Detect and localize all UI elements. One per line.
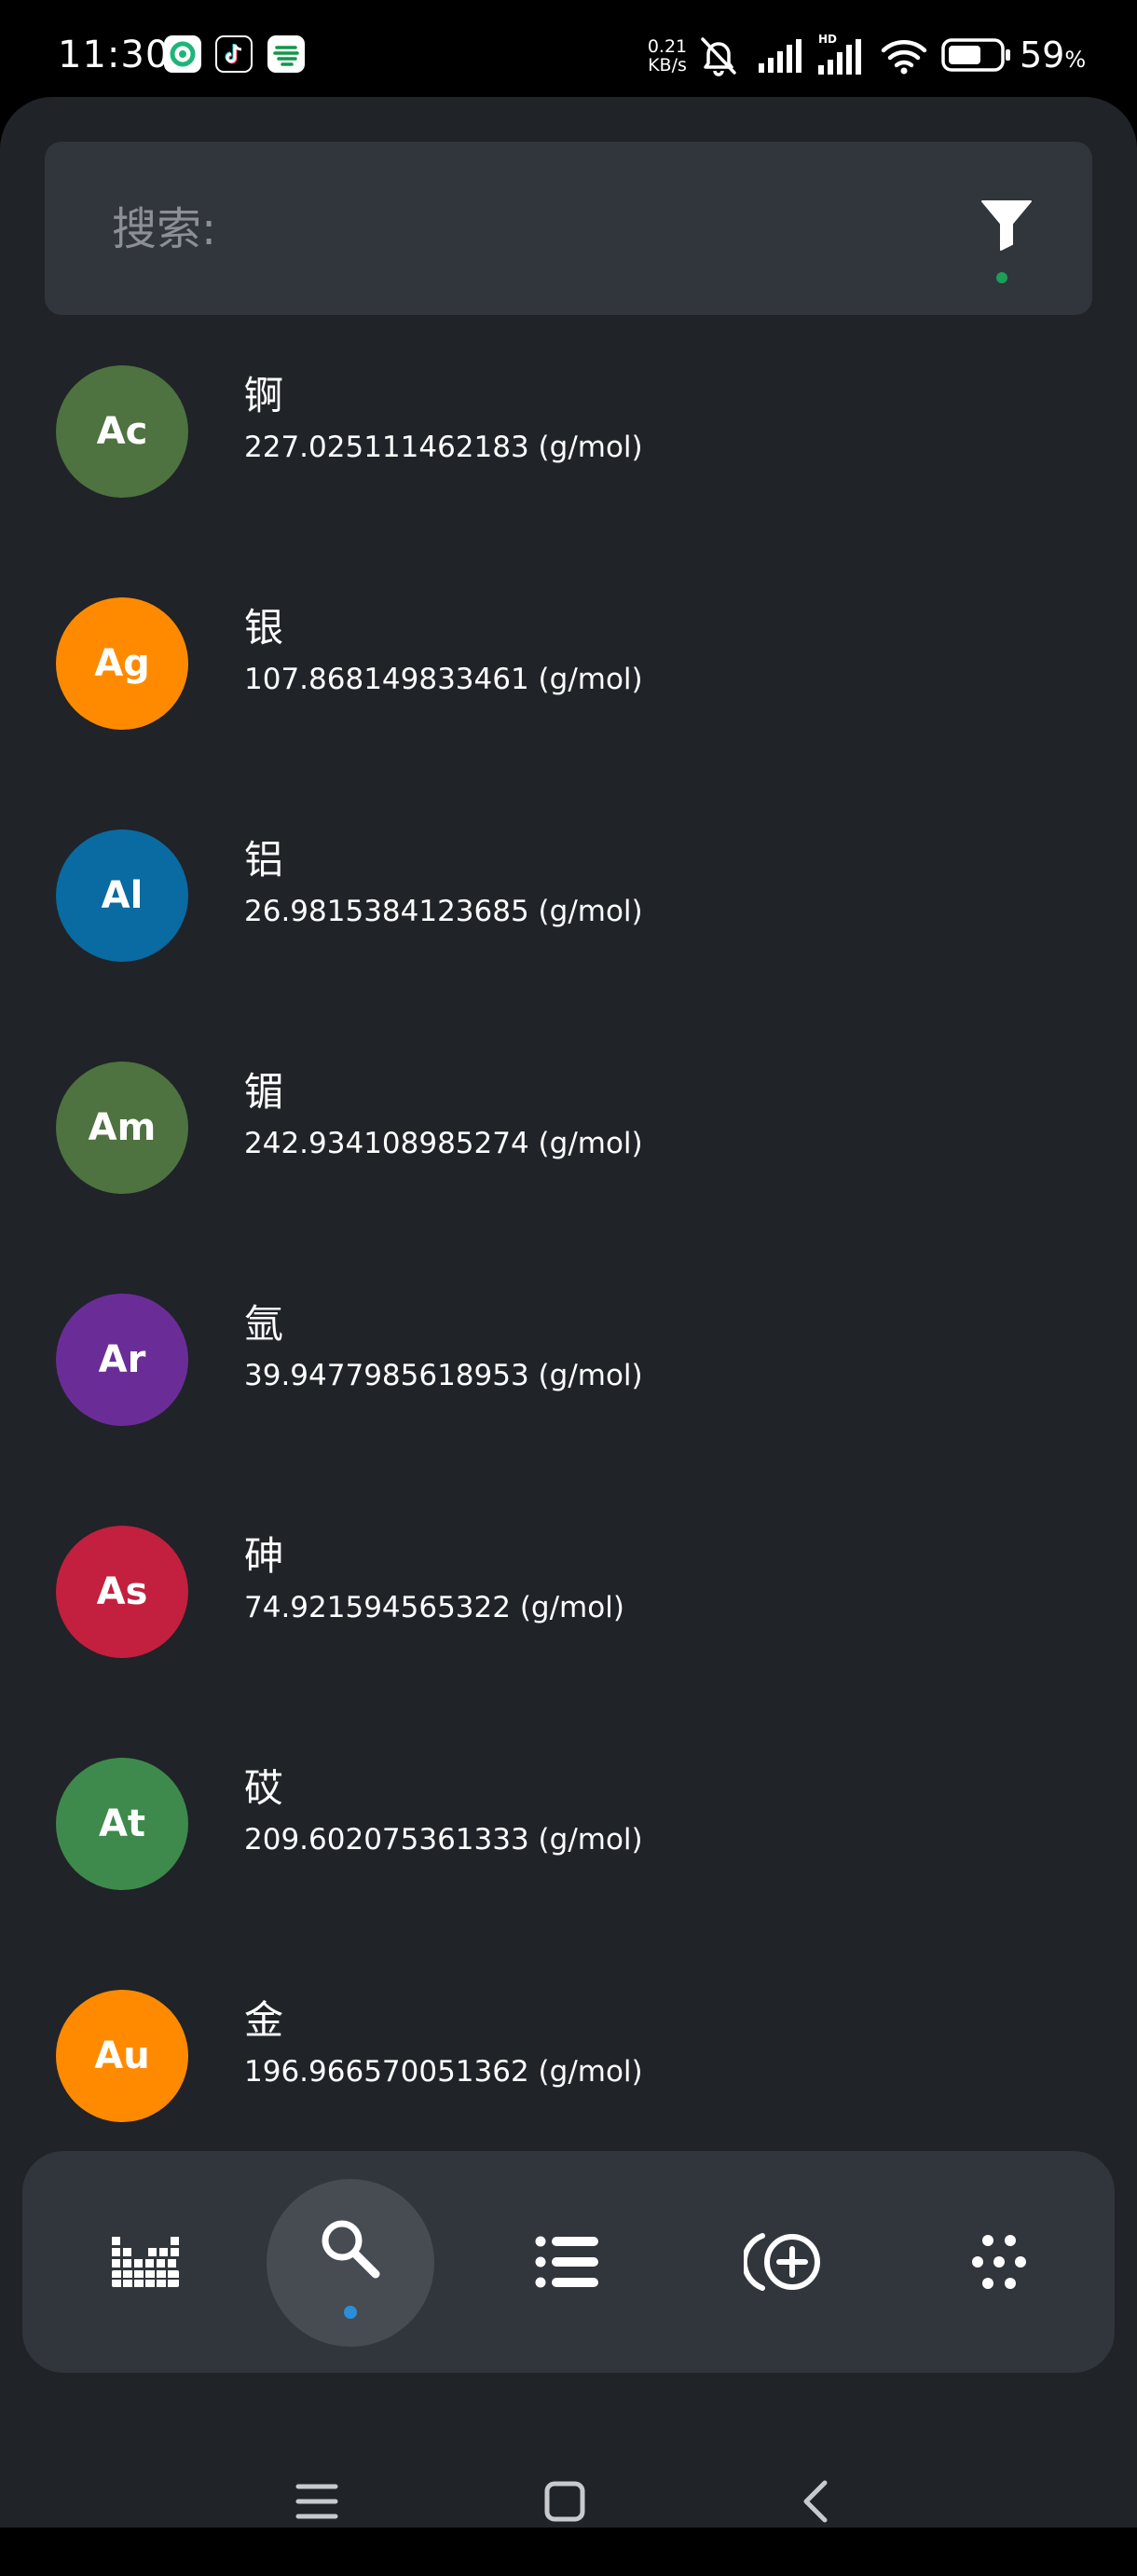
wifi-icon <box>881 40 927 75</box>
element-molar-mass: 209.602075361333 (g/mol) <box>244 1823 643 1857</box>
status-time: 11:30 <box>58 34 171 76</box>
system-back-button[interactable] <box>759 2446 870 2557</box>
element-symbol-badge: Au <box>56 1990 188 2122</box>
nav-selected-dot <box>344 2306 357 2319</box>
element-molar-mass: 107.868149833461 (g/mol) <box>244 663 643 696</box>
element-molar-mass: 227.025111462183 (g/mol) <box>244 431 643 464</box>
nav-add-molecule-button[interactable] <box>701 2151 869 2373</box>
element-symbol-badge: Ag <box>56 597 188 730</box>
search-icon <box>322 2220 380 2279</box>
element-row-al[interactable]: Al 铝 26.9815384123685 (g/mol) <box>0 802 1137 1034</box>
element-symbol-badge: As <box>56 1526 188 1658</box>
element-symbol-badge: Ar <box>56 1294 188 1426</box>
app-screen: 搜索: Ac 锕 227.025111462183 (g/mol) Ag 银 107.86… <box>0 97 1137 2528</box>
element-symbol-badge: Al <box>56 829 188 962</box>
element-molar-mass: 26.9815384123685 (g/mol) <box>244 895 643 928</box>
element-symbol-badge: At <box>56 1758 188 1890</box>
element-molar-mass: 39.9477985618953 (g/mol) <box>244 1359 643 1392</box>
element-name: 银 <box>244 605 284 651</box>
element-row-ar[interactable]: Ar 氩 39.9477985618953 (g/mol) <box>0 1266 1137 1498</box>
nav-list-button[interactable] <box>483 2151 651 2373</box>
system-nav-bar <box>0 2446 1137 2576</box>
element-row-at[interactable]: At 砹 209.602075361333 (g/mol) <box>0 1730 1137 1962</box>
notification-app-icon-1 <box>164 35 201 73</box>
element-row-ac[interactable]: Ac 锕 227.025111462183 (g/mol) <box>0 337 1137 569</box>
bottom-nav <box>22 2151 1115 2373</box>
home-icon <box>544 2481 585 2522</box>
element-symbol-badge: Am <box>56 1062 188 1194</box>
dots-grid-icon <box>972 2235 1026 2289</box>
element-molar-mass: 242.934108985274 (g/mol) <box>244 1127 643 1160</box>
tiktok-icon <box>215 35 253 73</box>
system-menu-button[interactable] <box>261 2446 373 2557</box>
filter-icon[interactable] <box>979 196 1034 252</box>
element-name: 铝 <box>244 837 284 883</box>
element-name: 锕 <box>244 373 284 418</box>
battery-percent: 59% <box>1020 34 1087 75</box>
svg-text:HD: HD <box>818 33 837 46</box>
periodic-table-icon <box>112 2237 179 2287</box>
element-row-ag[interactable]: Ag 银 107.868149833461 (g/mol) <box>0 569 1137 802</box>
system-home-button[interactable] <box>509 2446 621 2557</box>
search-bar[interactable]: 搜索: <box>45 142 1092 315</box>
battery-icon <box>941 38 1010 72</box>
element-list[interactable]: Ac 锕 227.025111462183 (g/mol) Ag 银 107.868149… <box>0 337 1137 2250</box>
nav-periodic-table-button[interactable] <box>62 2151 229 2373</box>
mute-icon <box>701 37 736 76</box>
element-name: 氩 <box>244 1301 284 1347</box>
element-name: 砹 <box>244 1765 284 1811</box>
element-molar-mass: 74.921594565322 (g/mol) <box>244 1591 624 1624</box>
element-row-am[interactable]: Am 镅 242.934108985274 (g/mol) <box>0 1034 1137 1266</box>
postal-app-icon <box>267 35 305 73</box>
element-row-as[interactable]: As 砷 74.921594565322 (g/mol) <box>0 1498 1137 1730</box>
element-molar-mass: 196.966570051362 (g/mol) <box>244 2055 643 2089</box>
list-icon <box>535 2236 598 2288</box>
add-molecule-icon <box>744 2233 820 2291</box>
back-icon <box>803 2480 828 2523</box>
signal-hd-icon: HD <box>818 33 861 75</box>
search-label: 搜索: <box>112 203 217 255</box>
element-name: 砷 <box>244 1533 284 1579</box>
menu-icon <box>295 2484 338 2519</box>
element-symbol-badge: Ac <box>56 365 188 498</box>
status-bar: 11:30 0.21 KB/s HD 59% <box>0 0 1137 101</box>
element-name: 镅 <box>244 1069 284 1115</box>
filter-active-dot <box>996 272 1007 283</box>
element-name: 金 <box>244 1997 284 2043</box>
signal-icon-1 <box>759 39 801 73</box>
network-speed: 0.21 KB/s <box>647 36 688 75</box>
nav-more-button[interactable] <box>919 2151 1087 2373</box>
nav-search-button[interactable] <box>267 2151 434 2373</box>
